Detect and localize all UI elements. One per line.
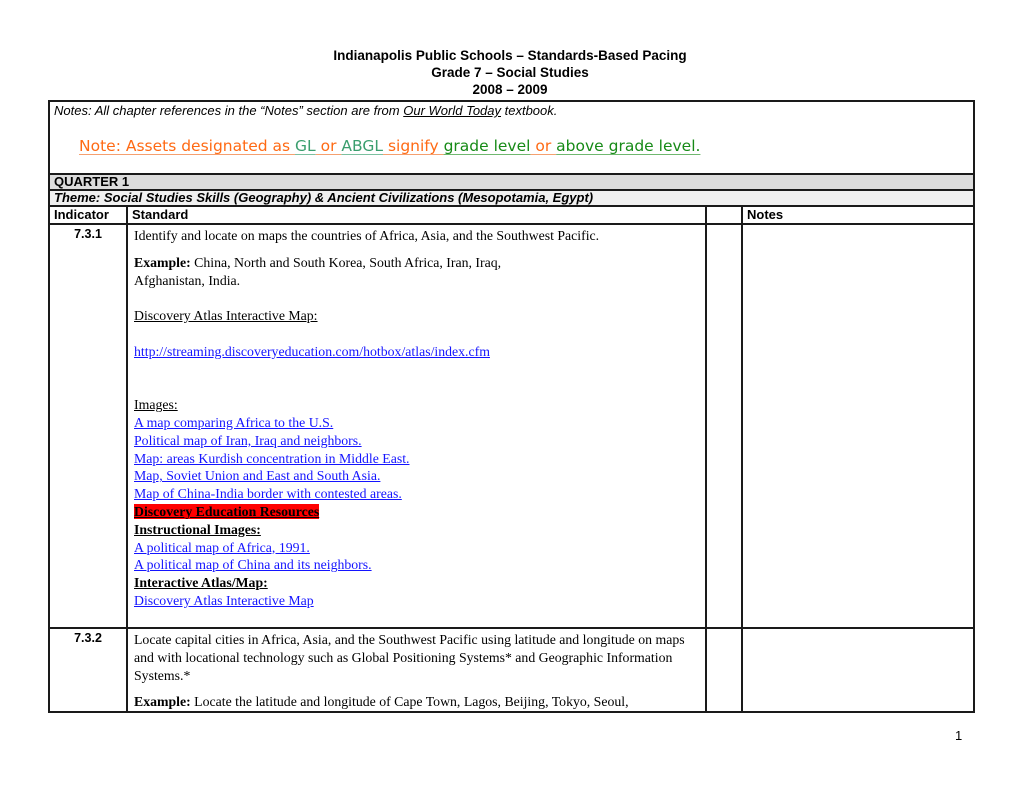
example-text: Example: China, North and South Korea, S…	[134, 254, 502, 270]
image-link[interactable]: Map, Soviet Union and East and South Asi…	[134, 467, 701, 485]
standard-cell: Locate capital cities in Africa, Asia, a…	[126, 626, 707, 714]
image-link[interactable]: Political map of Iran, Iraq and neighbor…	[134, 432, 701, 450]
blank-cell	[705, 626, 743, 714]
header-subtitle: Grade 7 – Social Studies	[431, 65, 589, 80]
header-title: Indianapolis Public Schools – Standards-…	[333, 48, 687, 63]
instructional-images-label: Instructional Images:	[134, 521, 261, 537]
header-year: 2008 – 2009	[472, 82, 548, 97]
atlas-url-link[interactable]: http://streaming.discoveryeducation.com/…	[134, 343, 701, 361]
table-row: 7.3.2 Locate capital cities in Africa, A…	[48, 626, 975, 714]
notes-cell	[741, 626, 975, 714]
image-link[interactable]: Map of China-India border with contested…	[134, 485, 701, 503]
standard-text: Locate capital cities in Africa, Asia, a…	[134, 632, 685, 683]
image-link[interactable]: Map: areas Kurdish concentration in Midd…	[134, 450, 701, 468]
column-header-blank	[705, 205, 743, 225]
textbook-title: Our World Today	[403, 103, 502, 118]
images-label: Images:	[134, 397, 178, 413]
theme-row: Theme: Social Studies Skills (Geography)…	[48, 189, 975, 207]
asset-designation-note: Note: Assets designated as GL or ABGL si…	[79, 137, 701, 155]
standard-cell: Identify and locate on maps the countrie…	[126, 223, 707, 629]
notes-cell	[741, 223, 975, 629]
notes-text: Notes: All chapter references in the “No…	[54, 103, 558, 118]
example-text: Example: Locate the latitude and longitu…	[134, 694, 629, 710]
notes-cell: Notes: All chapter references in the “No…	[48, 100, 975, 175]
page-number: 1	[955, 728, 963, 743]
instructional-image-link[interactable]: A political map of China and its neighbo…	[134, 556, 701, 574]
notes-row: Notes: All chapter references in the “No…	[48, 100, 975, 175]
instructional-image-link[interactable]: A political map of Africa, 1991.	[134, 539, 701, 557]
standard-text: Identify and locate on maps the countrie…	[134, 228, 600, 243]
table-row: 7.3.1 Identify and locate on maps the co…	[48, 223, 975, 629]
pacing-table: Notes: All chapter references in the “No…	[48, 100, 975, 714]
column-header-notes: Notes	[741, 205, 975, 225]
column-header-standard: Standard	[126, 205, 707, 225]
image-link[interactable]: A map comparing Africa to the U.S.	[134, 414, 701, 432]
indicator-cell: 7.3.2	[48, 626, 128, 714]
theme-label: Theme: Social Studies Skills (Geography)…	[48, 189, 975, 207]
blank-cell	[705, 223, 743, 629]
document-header: Indianapolis Public Schools – Standards-…	[0, 47, 1020, 98]
column-header-row: Indicator Standard Notes	[48, 205, 975, 225]
quarter-row: QUARTER 1	[48, 173, 975, 191]
discovery-resources-heading: Discovery Education Resources	[134, 503, 320, 519]
column-header-indicator: Indicator	[48, 205, 128, 225]
atlas-label: Discovery Atlas Interactive Map:	[134, 308, 318, 324]
quarter-label: QUARTER 1	[48, 173, 975, 191]
interactive-atlas-label: Interactive Atlas/Map:	[134, 575, 268, 591]
interactive-atlas-link[interactable]: Discovery Atlas Interactive Map	[134, 592, 701, 610]
indicator-cell: 7.3.1	[48, 223, 128, 629]
